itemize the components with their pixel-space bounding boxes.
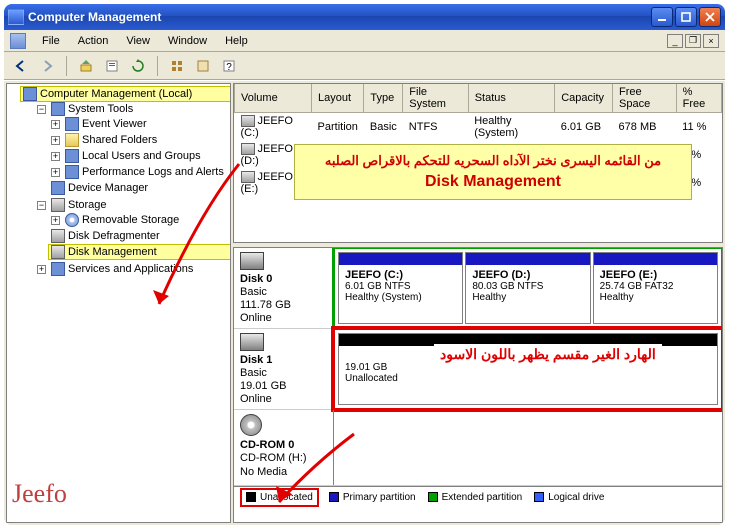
tree-system-tools[interactable]: − System Tools [35,102,230,116]
disk-icon [240,414,262,436]
menu-help[interactable]: Help [219,33,254,49]
col-volume[interactable]: Volume [235,84,312,113]
expand-icon[interactable]: + [51,216,60,225]
signature: Jeefo [12,479,67,509]
legend-primary: Primary partition [329,492,416,503]
partition[interactable]: JEEFO (E:)25.74 GB FAT32Healthy [593,252,718,324]
folder-icon [65,133,79,147]
volume-icon [241,115,255,127]
menu-file[interactable]: File [36,33,66,49]
menu-action[interactable]: Action [72,33,115,49]
volume-icon [241,143,255,155]
removable-icon [65,213,79,227]
annotation-unallocated: الهارد الغير مقسم يظهر باللون الاسود [434,344,662,365]
tree-storage[interactable]: − Storage [35,198,230,212]
col-pfree[interactable]: % Free [676,84,721,113]
disk-header: Disk 1Basic19.01 GBOnline [234,329,334,409]
svg-text:?: ? [226,62,232,73]
refresh-button[interactable] [127,55,149,77]
disk-icon [240,252,264,270]
menu-window[interactable]: Window [162,33,213,49]
tree-services-apps[interactable]: +Services and Applications [35,262,230,276]
legend: Unallocated Primary partition Extended p… [234,486,722,508]
annot1-arabic: من القائمه اليسرى نختر الآداه السحريه لل… [307,153,679,169]
diskmgmt-icon [51,245,65,259]
tree-disk-management[interactable]: Disk Management [49,245,230,259]
expand-icon[interactable]: + [51,136,60,145]
partition[interactable]: JEEFO (D:)80.03 GB NTFSHealthy [465,252,590,324]
tree-pane[interactable]: Computer Management (Local) − System Too… [6,83,231,523]
toolbar: ? [4,52,725,80]
col-fs[interactable]: File System [403,84,468,113]
event-icon [65,117,79,131]
titlebar[interactable]: Computer Management [4,4,725,30]
back-button[interactable] [10,55,32,77]
forward-button [36,55,58,77]
close-button[interactable] [699,7,721,27]
maximize-button[interactable] [675,7,697,27]
legend-unallocated: Unallocated [242,490,317,505]
tree-root[interactable]: Computer Management (Local) [21,87,230,101]
perf-icon [65,165,79,179]
col-capacity[interactable]: Capacity [555,84,613,113]
volume-icon [241,171,255,183]
mdi-close-button[interactable]: × [703,34,719,48]
storage-icon [51,198,65,212]
disk-header: CD-ROM 0CD-ROM (H:)No Media [234,410,334,485]
disk-header: Disk 0Basic111.78 GBOnline [234,248,334,328]
expand-icon[interactable]: + [37,265,46,274]
up-button[interactable] [75,55,97,77]
computer-icon [23,87,37,101]
col-type[interactable]: Type [364,84,403,113]
expand-icon[interactable]: + [51,152,60,161]
tree-event-viewer[interactable]: +Event Viewer [49,117,230,131]
tool-view-button[interactable] [166,55,188,77]
mmc-icon [10,33,26,49]
tree-local-users[interactable]: +Local Users and Groups [49,149,230,163]
mdi-restore-button[interactable]: ❐ [685,34,701,48]
help-button[interactable]: ? [218,55,240,77]
legend-extended: Extended partition [428,492,523,503]
window-title: Computer Management [28,10,161,24]
disk-row[interactable]: Disk 0Basic111.78 GBOnlineJEEFO (C:)6.01… [234,248,722,329]
disk-row[interactable]: CD-ROM 0CD-ROM (H:)No Media [234,410,722,486]
tree-disk-defrag[interactable]: Disk Defragmenter [49,229,230,243]
tools-icon [51,102,65,116]
expand-icon[interactable]: + [51,120,60,129]
settings-button[interactable] [192,55,214,77]
mdi-minimize-button[interactable]: _ [667,34,683,48]
table-row[interactable]: JEEFO (C:)PartitionBasicNTFSHealthy (Sys… [235,113,722,142]
tree-device-manager[interactable]: Device Manager [49,181,230,195]
col-free[interactable]: Free Space [613,84,677,113]
users-icon [65,149,79,163]
tree-root-label: Computer Management (Local) [40,88,192,100]
collapse-icon[interactable]: − [37,105,46,114]
annotation-yellow: من القائمه اليسرى نختر الآداه السحريه لل… [294,144,692,200]
menubar: File Action View Window Help _ ❐ × [4,30,725,52]
menu-view[interactable]: View [120,33,156,49]
volume-list[interactable]: Volume Layout Type File System Status Ca… [233,83,723,243]
col-layout[interactable]: Layout [312,84,364,113]
disk-icon [240,333,264,351]
disk-graphic-pane[interactable]: Disk 0Basic111.78 GBOnlineJEEFO (C:)6.01… [233,247,723,523]
device-icon [51,181,65,195]
partition[interactable]: JEEFO (C:)6.01 GB NTFSHealthy (System) [338,252,463,324]
minimize-button[interactable] [651,7,673,27]
services-icon [51,262,65,276]
properties-button[interactable] [101,55,123,77]
col-status[interactable]: Status [468,84,555,113]
expand-icon[interactable]: + [51,168,60,177]
tree-perf-logs[interactable]: +Performance Logs and Alerts [49,165,230,179]
app-icon [8,9,24,25]
tree-shared-folders[interactable]: +Shared Folders [49,133,230,147]
tree-removable-storage[interactable]: +Removable Storage [49,213,230,227]
defrag-icon [51,229,65,243]
disk-row[interactable]: Disk 1Basic19.01 GBOnline19.01 GBUnalloc… [234,329,722,410]
legend-logical: Logical drive [534,492,604,503]
annot1-english: Disk Management [307,173,679,191]
collapse-icon[interactable]: − [37,201,46,210]
